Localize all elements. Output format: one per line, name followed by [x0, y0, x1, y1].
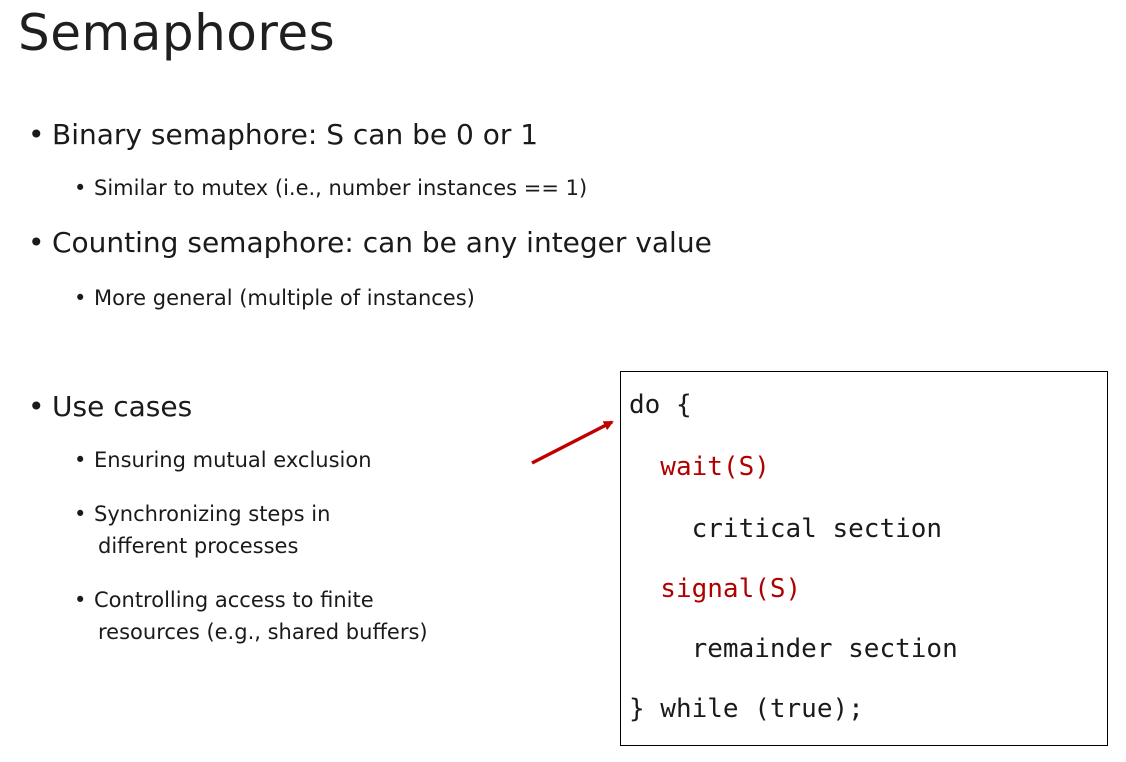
code-line-remainder-section: remainder section	[629, 634, 958, 664]
code-line-wait: wait(S)	[629, 452, 770, 482]
code-line-critical-section: critical section	[629, 514, 943, 544]
code-line-signal: signal(S)	[629, 574, 802, 604]
code-line-do: do {	[629, 390, 692, 420]
code-box: do { wait(S) critical section signal(S) …	[620, 371, 1108, 746]
code-line-while: } while (true);	[629, 694, 864, 724]
slide: Semaphores • Binary semaphore: S can be 0…	[0, 0, 1126, 762]
